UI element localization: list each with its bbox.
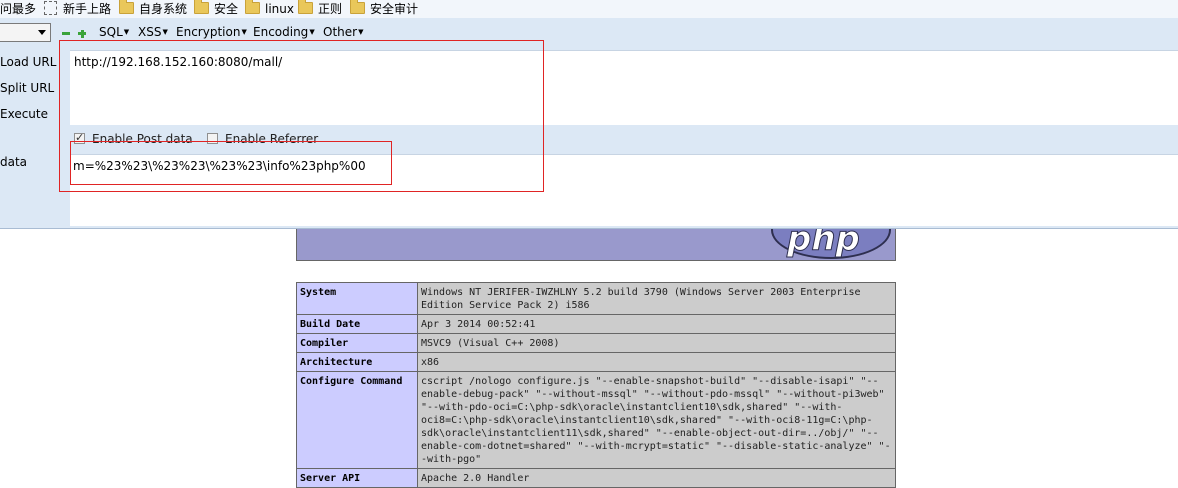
row-value: x86 [417, 352, 896, 372]
folder-icon [194, 0, 209, 14]
bookmark-getting-started[interactable]: 新手上路 [44, 1, 111, 17]
row-label: System [296, 282, 418, 315]
highlight-box-post [70, 141, 392, 185]
post-data-label-text: data [0, 155, 28, 169]
bookmark-label: 新手上路 [63, 2, 112, 16]
menu-other-label: Other [323, 25, 358, 39]
load-url-label: Load URL [0, 55, 57, 69]
bookmark-label: 正则 [318, 2, 343, 16]
bookmark-label: linux [265, 2, 294, 16]
bookmark-most-visited[interactable]: 问最多 [0, 1, 36, 17]
bookmarks-toolbar: 问最多 新手上路 自身系统 安全 linux 正则 安全审计 [0, 0, 1178, 18]
table-row: Compiler MSVC9 (Visual C++ 2008) [296, 333, 896, 353]
row-label: Build Date [296, 314, 418, 334]
menu-encoding[interactable]: Encoding▼ [253, 25, 315, 39]
row-label: Server API [296, 468, 418, 488]
caret-down-icon: ▼ [309, 28, 315, 36]
post-data-label: data [0, 155, 27, 169]
menu-sql-label: SQL [99, 25, 123, 39]
table-row: Architecture x86 [296, 352, 896, 372]
split-url-button[interactable]: Split URL [0, 81, 54, 95]
caret-down-icon: ▼ [241, 28, 247, 36]
bookmark-label: 安全审计 [370, 2, 419, 16]
bookmark-folder-audit[interactable]: 安全审计 [350, 0, 419, 17]
bookmark-label: 安全 [214, 2, 239, 16]
menu-sql[interactable]: SQL▼ [99, 25, 129, 39]
load-url-button[interactable]: Load URL [0, 55, 56, 69]
table-row: System Windows NT JERIFER-IWZHLNY 5.2 bu… [296, 282, 896, 315]
row-value: cscript /nologo configure.js "--enable-s… [417, 371, 896, 469]
folder-icon [119, 0, 134, 14]
dashed-box-icon [44, 1, 57, 15]
menu-other[interactable]: Other▼ [323, 25, 363, 39]
menu-xss[interactable]: XSS▼ [138, 25, 168, 39]
remove-icon[interactable] [62, 32, 70, 35]
caret-down-icon: ▼ [162, 28, 168, 36]
chevron-down-icon [38, 30, 46, 35]
row-label: Configure Command [296, 371, 418, 469]
table-row: Build Date Apr 3 2014 00:52:41 [296, 314, 896, 334]
table-row: Server API Apache 2.0 Handler [296, 468, 896, 488]
split-url-label: Split URL [0, 81, 55, 95]
row-value: Apr 3 2014 00:52:41 [417, 314, 896, 334]
bookmark-folder-linux[interactable]: linux [245, 0, 294, 17]
php-logo: php [771, 229, 891, 260]
caret-down-icon: ▼ [358, 28, 364, 36]
menu-encryption[interactable]: Encryption▼ [176, 25, 247, 39]
execute-label: Execute [0, 107, 48, 121]
add-icon-vertical [80, 29, 84, 38]
bookmark-folder-regex[interactable]: 正则 [298, 0, 343, 17]
bookmark-folder-security[interactable]: 安全 [194, 0, 239, 17]
php-logo-text: php [787, 229, 861, 260]
hackbar-panel: SQL▼ XSS▼ Encryption▼ Encoding▼ Other▼ L… [0, 18, 1178, 229]
row-value: Apache 2.0 Handler [417, 468, 896, 488]
folder-icon [350, 0, 365, 14]
folder-icon [245, 0, 260, 14]
hackbar-select[interactable] [0, 23, 51, 42]
menu-encryption-label: Encryption [176, 25, 241, 39]
menu-xss-label: XSS [138, 25, 162, 39]
table-row: Configure Command cscript /nologo config… [296, 371, 896, 469]
phpinfo-header: php [296, 229, 896, 261]
caret-down-icon: ▼ [123, 28, 130, 36]
bookmark-label: 自身系统 [139, 2, 188, 16]
phpinfo-table: System Windows NT JERIFER-IWZHLNY 5.2 bu… [296, 282, 896, 488]
folder-icon [298, 0, 313, 14]
bookmark-folder-system[interactable]: 自身系统 [119, 0, 188, 17]
row-label: Architecture [296, 352, 418, 372]
row-value: MSVC9 (Visual C++ 2008) [417, 333, 896, 353]
row-label: Compiler [296, 333, 418, 353]
execute-button[interactable]: Execute [0, 107, 48, 121]
menu-encoding-label: Encoding [253, 25, 309, 39]
row-value: Windows NT JERIFER-IWZHLNY 5.2 build 379… [417, 282, 896, 315]
bookmark-label: 问最多 [0, 2, 37, 16]
